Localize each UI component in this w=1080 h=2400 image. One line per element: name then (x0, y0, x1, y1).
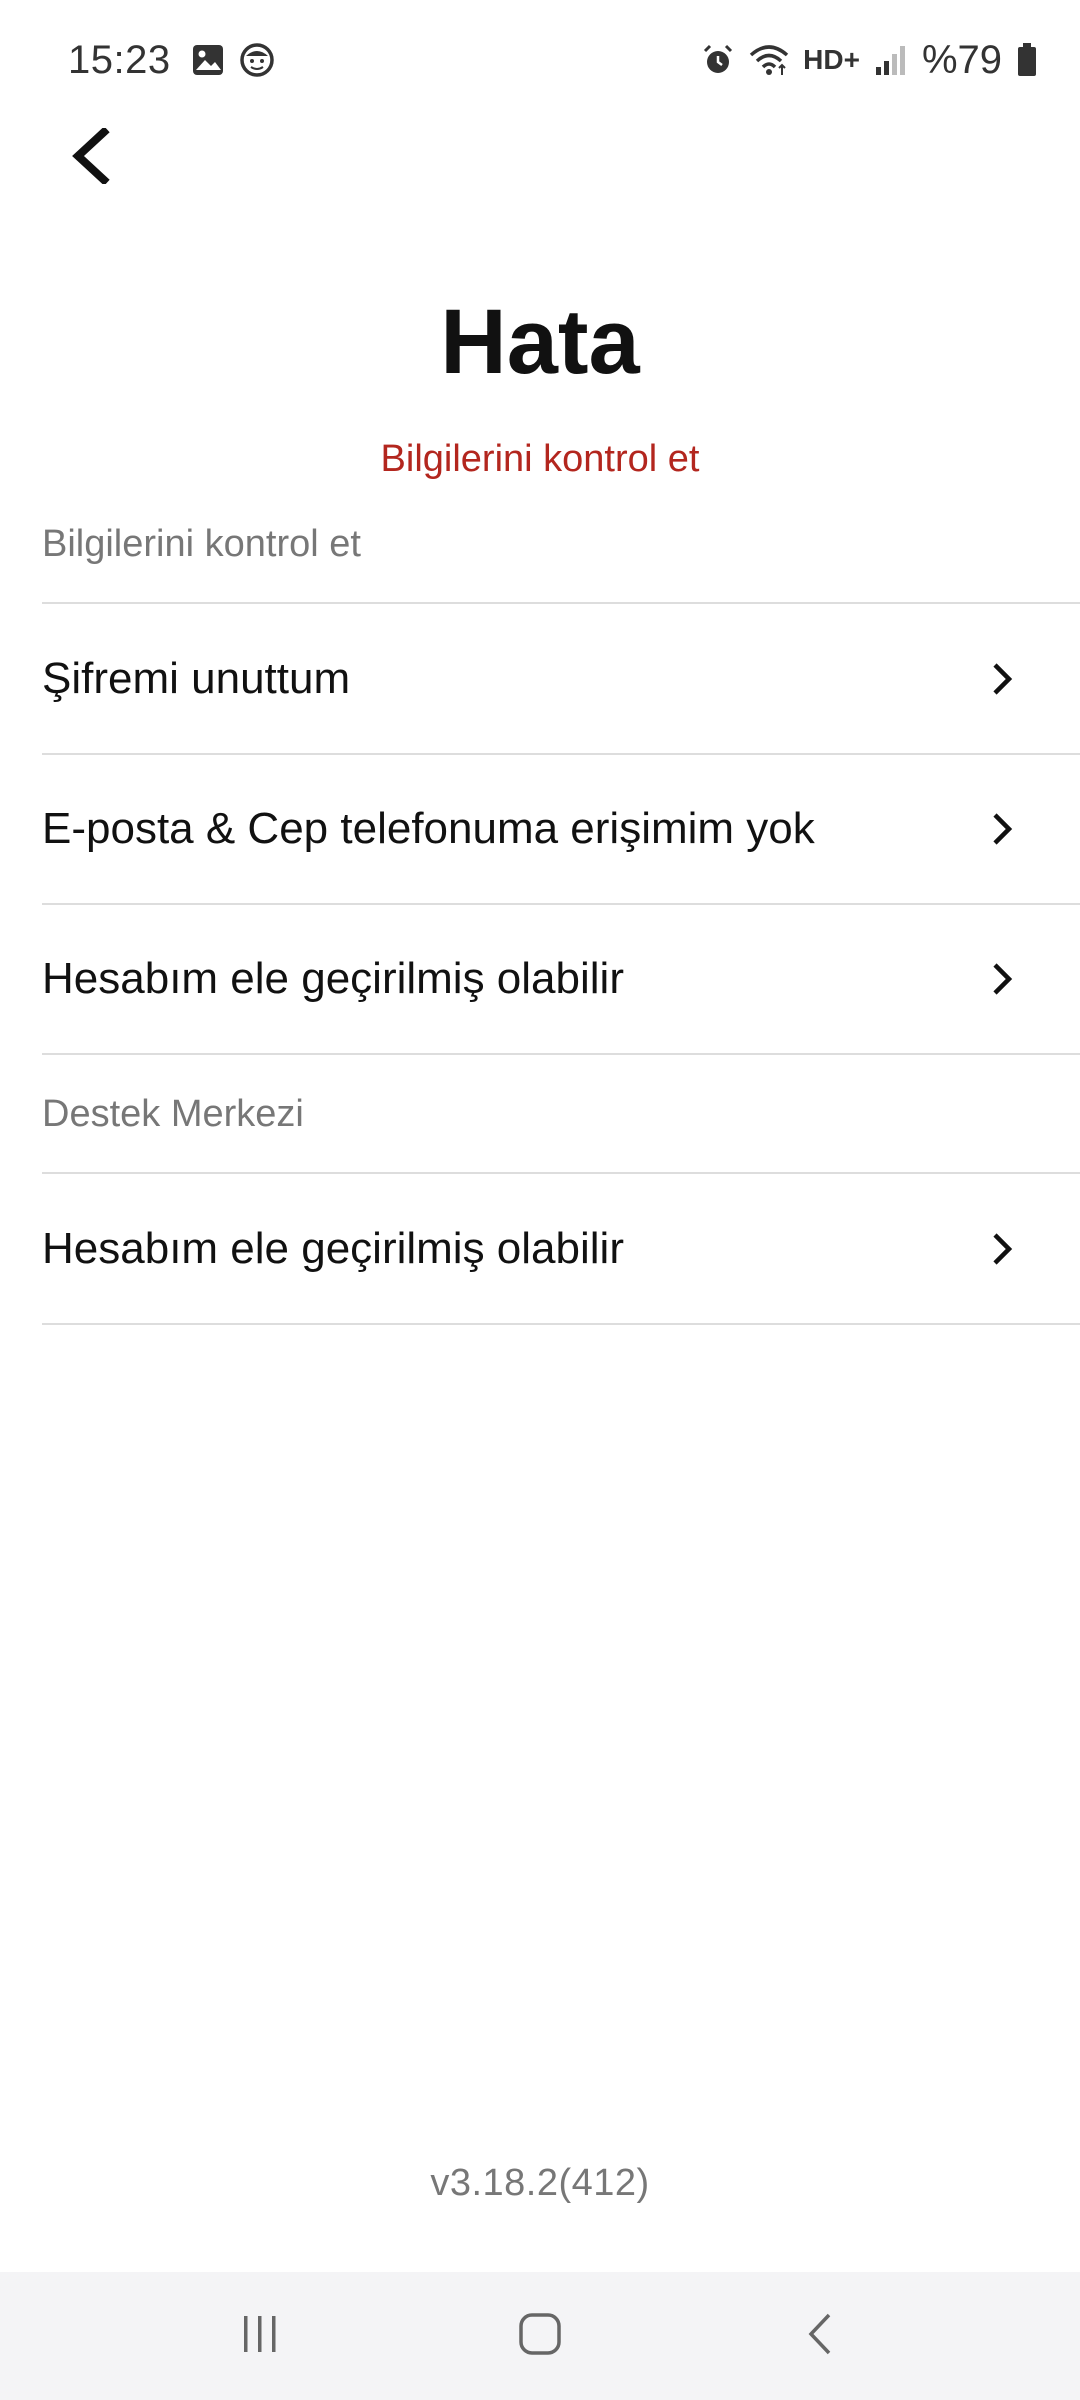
status-bar-left: 15:23 (68, 38, 275, 83)
page-title: Hata (440, 291, 640, 393)
list-item-no-access[interactable]: E-posta & Cep telefonuma erişimim yok (42, 755, 1080, 905)
battery-percentage: %79 (921, 37, 1002, 82)
chevron-right-icon (982, 959, 1022, 999)
home-icon (518, 2312, 562, 2361)
recent-apps-button[interactable] (200, 2286, 320, 2386)
list-item-label: E-posta & Cep telefonuma erişimim yok (42, 804, 815, 853)
section-header-support-center: Destek Merkezi (42, 1056, 1080, 1174)
alarm-icon (701, 43, 735, 77)
chevron-right-icon (982, 1229, 1022, 1269)
chevron-right-icon (982, 659, 1022, 699)
screen: 15:23 HD+ %79 Hata Bilgilerini kontrol e… (0, 0, 1080, 2400)
list-item-support-account-compromised[interactable]: Hesabım ele geçirilmiş olabilir (42, 1175, 1080, 1325)
list-item-forgot-password[interactable]: Şifremi unuttum (42, 605, 1080, 755)
gallery-icon (191, 43, 225, 77)
list-item-label: Hesabım ele geçirilmiş olabilir (42, 954, 624, 1003)
chevron-right-icon (982, 809, 1022, 849)
error-subtitle: Bilgilerini kontrol et (380, 438, 700, 480)
battery-icon (1016, 42, 1038, 78)
app-version: v3.18.2(412) (430, 2162, 650, 2204)
list-item-label: Hesabım ele geçirilmiş olabilir (42, 1224, 624, 1273)
hd-plus-icon: HD+ (803, 44, 860, 75)
status-bar: 15:23 HD+ %79 (0, 0, 1080, 120)
home-button[interactable] (480, 2286, 600, 2386)
back-button[interactable] (50, 118, 130, 198)
signal-icon (874, 43, 908, 77)
face-icon (239, 42, 275, 78)
back-icon (805, 2312, 835, 2361)
list-item-account-compromised[interactable]: Hesabım ele geçirilmiş olabilir (42, 905, 1080, 1055)
recent-apps-icon (238, 2314, 282, 2359)
wifi-icon (749, 43, 789, 77)
section-header-check-info: Bilgilerini kontrol et (42, 486, 1080, 604)
nav-back-button[interactable] (760, 2286, 880, 2386)
system-nav-bar (0, 2272, 1080, 2400)
back-chevron-icon (68, 125, 112, 189)
status-time: 15:23 (68, 37, 171, 82)
list-item-label: Şifremi unuttum (42, 654, 351, 703)
status-bar-right: HD+ %79 (701, 38, 1038, 83)
